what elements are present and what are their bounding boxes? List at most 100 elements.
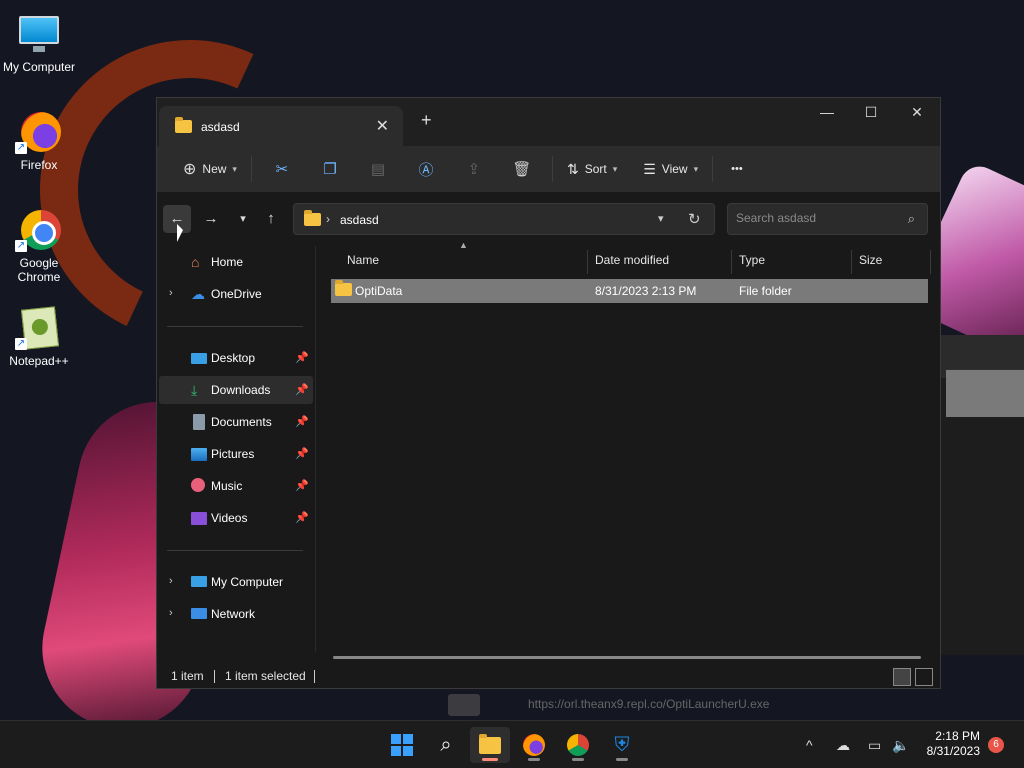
address-dropdown-icon[interactable]: ▾ (658, 212, 664, 225)
tab-asdasd[interactable]: asdasd ✕ (159, 106, 403, 146)
running-indicator (528, 758, 540, 761)
copy-icon[interactable]: ❐ (306, 153, 354, 185)
details-view-icon[interactable] (893, 668, 911, 686)
sidebar-item-videos[interactable]: Videos 📌 (159, 504, 313, 532)
desktop-icon-my-computer[interactable]: My Computer (0, 10, 78, 74)
search-input[interactable] (736, 211, 896, 225)
new-button-label: New (202, 162, 227, 176)
sidebar-item-desktop[interactable]: Desktop 📌 (159, 344, 313, 372)
sidebar-item-onedrive[interactable]: › ☁ OneDrive (159, 280, 313, 308)
network-icon (191, 608, 207, 619)
mouse-cursor (177, 224, 183, 242)
chrome-icon: ↗ (15, 206, 63, 254)
horizontal-scrollbar[interactable] (333, 656, 921, 659)
windows-logo-icon (391, 734, 413, 756)
sort-icon: ⇅ (566, 160, 579, 177)
chrome-taskbar-icon[interactable] (558, 727, 598, 763)
chevron-down-icon: ▾ (232, 163, 237, 174)
toolbar-divider (250, 156, 252, 182)
taskbar-clock[interactable]: 2:18 PM 8/31/2023 (918, 729, 980, 759)
desktop-icon-label: Google Chrome (17, 256, 61, 284)
cut-icon[interactable]: ✂ (258, 153, 306, 185)
sidebar-item-label: Pictures (211, 447, 255, 461)
close-window-button[interactable]: ✕ (894, 98, 940, 128)
tiles-view-icon[interactable] (915, 668, 933, 686)
sidebar-item-my-computer[interactable]: › My Computer (159, 568, 313, 596)
view-button-label: View (661, 162, 688, 176)
expand-chevron-icon[interactable]: › (169, 607, 173, 619)
sidebar-item-label: Music (211, 479, 243, 493)
sidebar-item-network[interactable]: › Network (159, 600, 313, 628)
status-divider (314, 670, 315, 683)
delete-icon[interactable]: 🗑 (498, 153, 546, 185)
expand-chevron-icon[interactable]: › (169, 287, 173, 299)
notification-badge[interactable]: 6 (988, 737, 1004, 753)
search-taskbar-icon[interactable]: ⌕ (426, 727, 466, 763)
view-icon: ☰ (643, 160, 656, 177)
network-status-icon[interactable]: ▭ (868, 721, 881, 768)
recent-locations-chevron-icon[interactable]: ▾ (229, 205, 257, 233)
forward-arrow-icon[interactable]: → (197, 205, 225, 233)
onedrive-warning-icon[interactable]: ☁ (836, 721, 850, 768)
file-type: File folder (739, 284, 792, 298)
maximize-button[interactable]: ☐ (848, 98, 894, 128)
pane-splitter[interactable] (315, 246, 316, 652)
breadcrumb-separator-icon: › (326, 212, 330, 226)
sort-button[interactable]: ⇅ Sort ▾ (559, 153, 625, 185)
status-bar: 1 item 1 item selected (157, 666, 940, 688)
column-header-date-modified[interactable]: Date modified (587, 246, 731, 274)
sidebar-item-home[interactable]: ⌂ Home (159, 248, 313, 276)
security-shield-icon[interactable]: ⛨ (602, 727, 642, 763)
address-bar[interactable]: › asdasd ▾ ↻ (293, 203, 715, 235)
desktop-icon-firefox[interactable]: ↗ Firefox (0, 108, 78, 172)
computer-icon (191, 576, 207, 587)
breadcrumb-item[interactable]: asdasd (340, 213, 379, 227)
view-button[interactable]: ☰ View ▾ (635, 153, 706, 185)
desktop-icon-chrome[interactable]: ↗ Google Chrome (0, 206, 78, 284)
paste-icon[interactable]: ▤ (354, 153, 402, 185)
new-tab-button[interactable]: + (421, 110, 432, 131)
selected-count: 1 item selected (225, 669, 306, 683)
table-row[interactable]: OptiData 8/31/2023 2:13 PM File folder (331, 279, 928, 303)
column-header-type[interactable]: Type (731, 246, 851, 274)
sidebar-item-label: Network (211, 607, 256, 621)
address-row: ← → ▾ ↑ › asdasd ▾ ↻ ⌕ (157, 192, 940, 246)
sidebar-item-music[interactable]: Music 📌 (159, 472, 313, 500)
start-button[interactable] (382, 727, 422, 763)
show-hidden-icons-chevron-icon[interactable]: ^ (806, 721, 813, 768)
sidebar-item-documents[interactable]: Documents 📌 (159, 408, 313, 436)
desktop-icon-notepadpp[interactable]: ↗ Notepad++ (0, 304, 78, 368)
new-button[interactable]: ⊕ New ▾ (175, 153, 245, 185)
share-icon[interactable]: ⇪ (450, 153, 498, 185)
sidebar-item-label: Home (211, 255, 244, 269)
folder-icon (479, 733, 501, 754)
sidebar-item-pictures[interactable]: Pictures 📌 (159, 440, 313, 468)
sidebar-divider (167, 550, 303, 551)
column-divider[interactable] (930, 250, 931, 274)
search-box[interactable]: ⌕ (727, 203, 928, 235)
folder-icon (335, 280, 352, 296)
column-header-name[interactable]: Name (339, 246, 589, 274)
tab-close-icon[interactable]: ✕ (376, 116, 389, 136)
up-arrow-icon[interactable]: ↑ (257, 205, 285, 233)
sidebar-item-label: My Computer (211, 575, 284, 589)
volume-icon[interactable]: 🔈 (892, 721, 909, 768)
navigation-pane: ⌂ Home › ☁ OneDrive Desktop 📌 ⤓ Download… (157, 246, 315, 652)
desktop-icon-label: My Computer (2, 60, 76, 74)
firefox-icon: ↗ (15, 108, 63, 156)
background-thumbnail (448, 694, 480, 716)
file-explorer-taskbar-icon[interactable] (470, 727, 510, 763)
picture-icon (191, 448, 207, 461)
clock-date: 8/31/2023 (926, 744, 980, 758)
video-icon (191, 512, 207, 525)
sidebar-item-downloads[interactable]: ⤓ Downloads 📌 (159, 376, 313, 404)
more-options-button[interactable]: ••• (723, 153, 751, 185)
refresh-icon[interactable]: ↻ (688, 210, 701, 228)
rename-icon[interactable]: Ⓐ (402, 153, 450, 185)
column-header-size[interactable]: Size (851, 246, 931, 274)
minimize-button[interactable]: — (804, 98, 850, 128)
expand-chevron-icon[interactable]: › (169, 575, 173, 587)
music-icon (191, 478, 205, 492)
firefox-taskbar-icon[interactable] (514, 727, 554, 763)
pin-icon: 📌 (295, 352, 309, 364)
